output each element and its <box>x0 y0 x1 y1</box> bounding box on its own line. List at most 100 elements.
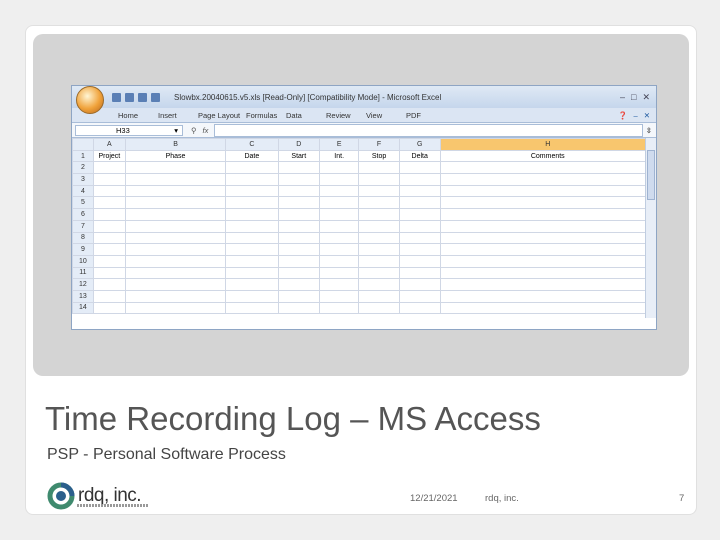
cell[interactable] <box>319 254 360 268</box>
cell[interactable] <box>225 184 279 198</box>
column-header[interactable]: A <box>92 138 126 151</box>
tab-insert[interactable]: Insert <box>158 111 198 120</box>
cell[interactable] <box>124 231 227 245</box>
row-header[interactable]: 6 <box>72 208 94 221</box>
cell[interactable] <box>225 266 279 280</box>
cell[interactable] <box>319 289 360 303</box>
cell[interactable]: Start <box>277 149 321 163</box>
search-icon[interactable]: ⚲ <box>191 126 197 135</box>
row-header[interactable]: 13 <box>72 289 94 303</box>
cell[interactable] <box>277 161 321 175</box>
cell[interactable] <box>439 161 656 175</box>
cell[interactable] <box>277 219 321 233</box>
cell[interactable] <box>225 278 279 291</box>
cell[interactable] <box>92 173 126 186</box>
maximize-icon[interactable]: □ <box>631 92 636 103</box>
cell[interactable] <box>439 219 656 233</box>
cell[interactable] <box>358 173 400 186</box>
name-box[interactable]: H33 ▾ <box>75 124 183 136</box>
cell[interactable] <box>277 266 321 280</box>
row-header[interactable]: 4 <box>72 184 94 198</box>
cell[interactable] <box>319 266 360 280</box>
cell[interactable] <box>277 208 321 221</box>
cell[interactable] <box>225 208 279 221</box>
column-header-selected[interactable]: H <box>439 138 656 151</box>
cell[interactable] <box>124 301 227 315</box>
cell[interactable] <box>398 301 441 315</box>
cell[interactable] <box>358 184 400 198</box>
cell[interactable] <box>439 266 656 280</box>
cell[interactable] <box>92 208 126 221</box>
cell[interactable] <box>439 184 656 198</box>
cell[interactable]: Delta <box>398 149 441 163</box>
cell[interactable] <box>358 289 400 303</box>
column-header[interactable]: B <box>124 138 227 151</box>
ribbon-minimize-icon[interactable]: – <box>634 111 638 120</box>
column-header[interactable]: G <box>398 138 441 151</box>
cell[interactable] <box>225 254 279 268</box>
row-header[interactable]: 7 <box>72 219 94 233</box>
cell[interactable] <box>277 289 321 303</box>
fx-icon[interactable]: fx <box>203 126 209 135</box>
cell[interactable] <box>225 219 279 233</box>
row-header[interactable]: 14 <box>72 301 94 315</box>
cell[interactable] <box>439 243 656 256</box>
row-header[interactable]: 5 <box>72 196 94 210</box>
cell[interactable] <box>358 243 400 256</box>
cell[interactable] <box>358 231 400 245</box>
column-header[interactable]: D <box>277 138 321 151</box>
cell[interactable] <box>398 184 441 198</box>
cell[interactable] <box>358 278 400 291</box>
cell[interactable] <box>277 243 321 256</box>
tab-formulas[interactable]: Formulas <box>246 111 286 120</box>
cell[interactable] <box>398 278 441 291</box>
cell[interactable] <box>439 231 656 245</box>
cell[interactable] <box>398 231 441 245</box>
tab-view[interactable]: View <box>366 111 406 120</box>
cell[interactable] <box>319 208 360 221</box>
cell[interactable] <box>319 196 360 210</box>
column-header[interactable]: E <box>319 138 360 151</box>
cell[interactable] <box>124 173 227 186</box>
cell[interactable] <box>277 184 321 198</box>
cell[interactable] <box>398 266 441 280</box>
row-header[interactable]: 3 <box>72 173 94 186</box>
cell[interactable] <box>92 243 126 256</box>
cell[interactable]: Comments <box>439 149 656 163</box>
row-header[interactable]: 9 <box>72 243 94 256</box>
cell[interactable] <box>124 266 227 280</box>
cell[interactable] <box>439 196 656 210</box>
cell[interactable] <box>358 208 400 221</box>
cell[interactable] <box>277 278 321 291</box>
cell[interactable] <box>225 196 279 210</box>
cell[interactable] <box>124 161 227 175</box>
cell[interactable] <box>398 289 441 303</box>
cell[interactable] <box>439 208 656 221</box>
cell[interactable] <box>439 278 656 291</box>
column-header[interactable]: F <box>358 138 400 151</box>
cell[interactable] <box>124 208 227 221</box>
cell[interactable] <box>277 301 321 315</box>
scrollbar-thumb[interactable] <box>647 150 655 200</box>
cell[interactable] <box>225 289 279 303</box>
tab-home[interactable]: Home <box>118 111 158 120</box>
cell[interactable] <box>398 243 441 256</box>
cell[interactable] <box>124 219 227 233</box>
cell[interactable] <box>358 301 400 315</box>
formula-input[interactable] <box>214 123 643 137</box>
cell[interactable] <box>319 278 360 291</box>
cell[interactable] <box>319 243 360 256</box>
cell[interactable] <box>319 161 360 175</box>
cell[interactable] <box>398 173 441 186</box>
cell[interactable] <box>439 173 656 186</box>
cell[interactable] <box>277 254 321 268</box>
cell[interactable] <box>439 289 656 303</box>
row-header[interactable]: 8 <box>72 231 94 245</box>
cell[interactable] <box>319 184 360 198</box>
cell[interactable]: Stop <box>358 149 400 163</box>
row-header[interactable]: 1 <box>72 149 94 163</box>
cell[interactable] <box>277 196 321 210</box>
cell[interactable]: Int. <box>319 149 360 163</box>
cell[interactable] <box>398 219 441 233</box>
cell[interactable] <box>92 196 126 210</box>
